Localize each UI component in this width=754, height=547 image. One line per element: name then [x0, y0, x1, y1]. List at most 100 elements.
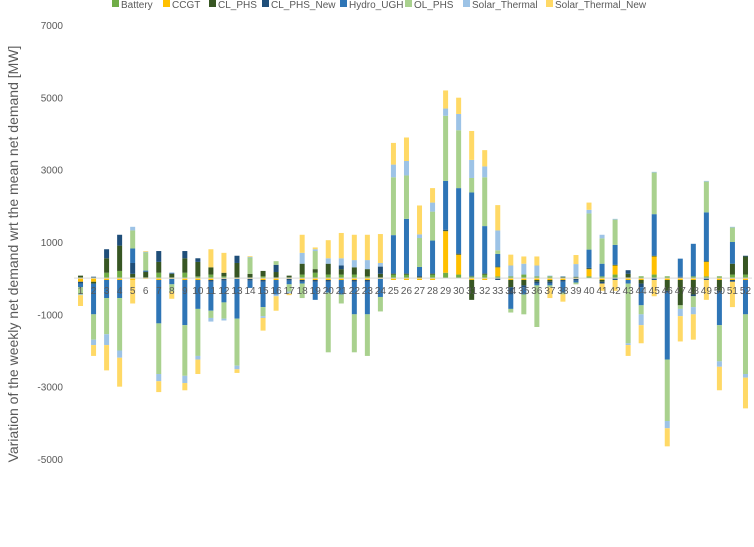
bar-segment-solar-thermal: [547, 275, 553, 277]
bar-segment-hydro-ugh: [299, 281, 305, 284]
bar-segment-cl-phs: [143, 272, 149, 278]
bar-segment-cl-phs: [169, 273, 175, 278]
y-tick-label: -1000: [37, 310, 63, 321]
bar-segment-ol-phs: [599, 238, 605, 264]
bar-segment-solar-thermal: [534, 265, 540, 277]
bar-segment-solar-thermal: [469, 159, 475, 178]
x-tick-label: 20: [323, 286, 335, 297]
bar-segment-solar-thermal-new: [234, 369, 240, 373]
bar-segment-battery: [521, 274, 527, 279]
bar-segment-solar-thermal-new: [91, 345, 97, 356]
x-tick-label: 46: [662, 286, 674, 297]
bar-segment-cl-phs: [156, 261, 162, 273]
bar-segment-solar-thermal: [130, 226, 136, 231]
bar-segment-solar-thermal-new: [390, 142, 396, 165]
bar-segment-cl-phs-new: [403, 273, 409, 274]
bar-segment-cl-phs: [403, 273, 409, 275]
bar-segment-ccgt: [703, 261, 709, 277]
bar-segment-cl-phs: [286, 275, 292, 278]
bar-segment-cl-phs: [703, 261, 709, 262]
bar-segment-cl-phs: [91, 281, 97, 284]
x-tick-label: 52: [740, 286, 752, 297]
bar-segment-ol-phs: [638, 305, 644, 315]
bar-segment-solar-thermal: [403, 160, 409, 176]
bar-segment-hydro-ugh: [599, 263, 605, 277]
legend-swatch-cl-phs-new: [262, 0, 269, 7]
bar-segment-solar-thermal: [521, 263, 527, 275]
x-tick-label: 47: [675, 286, 687, 297]
bar-segment-ol-phs: [325, 292, 331, 353]
bar-segment-cl-phs: [325, 263, 331, 275]
x-tick-label: 16: [271, 286, 283, 297]
bar-segment-ol-phs: [234, 318, 240, 366]
x-tick-label: 32: [479, 286, 491, 297]
bar-segment-solar-thermal: [742, 374, 748, 378]
bar-segment-solar-thermal-new: [403, 137, 409, 161]
bar-segment-ol-phs: [104, 298, 110, 335]
y-axis-title: Variation of the weekly net demand wrt t…: [5, 46, 21, 463]
x-tick-label: 38: [557, 286, 569, 297]
bar-segment-ol-phs: [443, 115, 449, 181]
bar-segment-solar-thermal: [417, 234, 423, 239]
bar-segment-hydro-ugh: [716, 292, 722, 326]
stacked-bar-chart: Battery CCGT CL_PHS CL_PHS_New Hydro_UGH OL_P…: [5, 0, 752, 466]
bar-segment-solar-thermal: [586, 209, 592, 214]
bar-segment-hydro-ugh: [625, 279, 631, 284]
bar-segment-cl-phs-new: [351, 279, 357, 282]
bar-segment-ol-phs: [469, 177, 475, 193]
legend-swatch-ccgt: [163, 0, 170, 7]
x-tick-label: 49: [701, 286, 713, 297]
bar-segment-battery: [338, 274, 344, 279]
bar-segment-hydro-ugh: [417, 266, 423, 276]
bar-segment-cl-phs-new: [104, 249, 110, 259]
x-tick-label: 14: [244, 286, 256, 297]
x-tick-label: 13: [231, 286, 243, 297]
x-tick-label: 25: [388, 286, 400, 297]
bar-segment-ol-phs: [742, 314, 748, 374]
bar-segment-battery: [299, 274, 305, 279]
bar-segment-solar-thermal-new: [104, 345, 110, 371]
x-tick-label: 24: [375, 286, 387, 297]
x-tick-label: 18: [297, 286, 309, 297]
bar-segment-solar-thermal-new: [260, 317, 266, 331]
bar-segment-cl-phs-new: [325, 279, 331, 282]
bar-segment-solar-thermal: [390, 164, 396, 178]
bar-segment-ol-phs: [221, 302, 227, 319]
bar-segment-cl-phs: [430, 273, 436, 275]
x-tick-label: 23: [362, 286, 374, 297]
x-tick-label: 37: [544, 286, 556, 297]
bar-segment-ol-phs: [208, 310, 214, 318]
y-tick-label: 5000: [41, 93, 64, 104]
bar-segment-solar-thermal-new: [664, 428, 670, 447]
bar-segment-ol-phs: [482, 177, 488, 227]
bar-segment-cl-phs: [221, 272, 227, 277]
bar-segment-solar-thermal-new: [312, 247, 318, 250]
x-tick-label: 30: [453, 286, 465, 297]
bar-segment-ol-phs: [130, 230, 136, 249]
bar-segment-solar-thermal-new: [456, 97, 462, 114]
bar-segment-solar-thermal: [612, 218, 618, 220]
bar-segment-ccgt: [651, 256, 657, 275]
bar-segment-hydro-ugh: [703, 212, 709, 262]
bar-segment-cl-phs-new: [130, 262, 136, 274]
bar-segment-cl-phs-new: [247, 278, 253, 281]
bar-segment-cl-phs: [351, 267, 357, 275]
x-tick-label: 29: [440, 286, 452, 297]
x-axis: 1 2 3 4 5 6 7 8 9 10 11 12 13 14 15 16 17 18 19 20 21 22 23 24 2…: [78, 286, 752, 297]
bar-segment-hydro-ugh: [664, 292, 670, 360]
bar-segment-solar-thermal: [703, 180, 709, 182]
bar-segment-solar-thermal-new: [273, 296, 279, 311]
bar-segment-ol-phs: [91, 314, 97, 340]
bar-segment-solar-thermal-new: [156, 381, 162, 393]
bar-segment-solar-thermal: [208, 317, 214, 322]
legend-swatch-ol-phs: [405, 0, 412, 7]
bar-segment-solar-thermal: [599, 234, 605, 239]
x-tick-label: 22: [349, 286, 361, 297]
bar-segment-ol-phs: [612, 219, 618, 245]
bar-segment-solar-thermal-new: [338, 232, 344, 259]
y-axis: -5000 -3000 -1000 1000 3000 5000 7000: [37, 21, 63, 466]
bar-segment-solar-thermal: [456, 113, 462, 131]
bar-segment-hydro-ugh: [729, 242, 735, 264]
x-tick-label: 39: [570, 286, 582, 297]
bar-segment-cl-phs-new: [156, 251, 162, 262]
